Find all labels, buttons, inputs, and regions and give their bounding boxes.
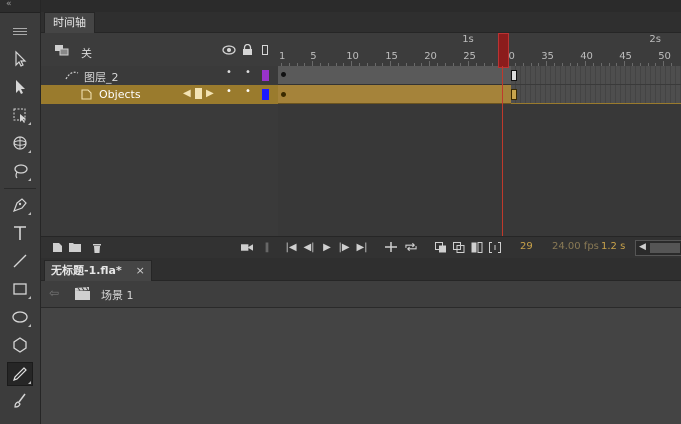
step-forward-icon[interactable]: |▶ — [338, 241, 350, 253]
ruler-second-label: 2s — [649, 34, 661, 45]
brush-tool-icon[interactable] — [8, 390, 32, 412]
text-tool-icon[interactable] — [8, 222, 32, 244]
lock-dot-icon[interactable]: • — [245, 67, 251, 78]
pencil-tool-icon[interactable] — [7, 362, 33, 386]
panel-drag-bar[interactable] — [41, 0, 681, 12]
layer-cell[interactable]: Objects ◀ ▶ • • — [41, 85, 278, 104]
ruler-frame-number: 35 — [541, 51, 554, 62]
layer-cell[interactable]: 图层_2 • • — [41, 66, 278, 85]
scene-clapper-icon — [75, 287, 90, 303]
layer-header: 关 — [41, 33, 278, 66]
tools-collapse-bar[interactable]: « — [0, 0, 40, 13]
next-keyframe-icon[interactable]: ▶ — [206, 88, 214, 99]
camera-icon[interactable] — [241, 241, 253, 253]
ruler-frame-number: 50 — [658, 51, 671, 62]
visibility-eye-icon[interactable] — [222, 45, 236, 58]
keyframe-dot[interactable] — [281, 92, 286, 97]
tools-panel: « — [0, 0, 41, 424]
loop-icon[interactable] — [405, 241, 417, 253]
delete-layer-icon[interactable] — [91, 241, 103, 253]
layer-name[interactable]: 图层_2 — [84, 69, 119, 85]
stage-area[interactable] — [41, 308, 681, 424]
selection-tool-icon[interactable] — [8, 48, 32, 70]
layer-color-swatch[interactable] — [262, 70, 269, 81]
mask-layer-icon — [65, 69, 81, 84]
lasso-tool-icon[interactable] — [8, 160, 32, 182]
tools-menu-icon[interactable] — [13, 28, 27, 37]
line-tool-icon[interactable] — [8, 250, 32, 272]
frames-empty-area — [278, 104, 681, 236]
go-to-first-frame-icon[interactable]: |◀ — [285, 241, 297, 253]
timeline-panel: 时间轴 关 151015202530354045501s2s 图层_2 • • — [41, 0, 681, 258]
outline-icon[interactable] — [262, 45, 269, 59]
edit-multiple-frames-icon[interactable] — [471, 241, 483, 253]
ruler-second-label: 1s — [462, 34, 474, 45]
rectangle-tool-icon[interactable] — [8, 278, 32, 300]
ruler-frame-number: 1 — [279, 51, 286, 62]
playhead-handle[interactable] — [498, 33, 510, 68]
end-frame-marker — [511, 89, 517, 100]
onion-skin-outlines-icon[interactable] — [453, 241, 465, 253]
current-frame-display[interactable]: 29 — [520, 241, 533, 252]
layer-frames[interactable] — [278, 85, 681, 104]
scrollbar-thumb[interactable] — [650, 243, 680, 253]
layer-header-label: 关 — [81, 47, 92, 60]
polystar-tool-icon[interactable] — [8, 334, 32, 356]
play-icon[interactable]: ▶ — [321, 241, 333, 253]
ruler-frame-number: 25 — [463, 51, 476, 62]
new-layer-icon[interactable] — [51, 241, 63, 253]
lock-icon[interactable] — [242, 43, 253, 59]
back-arrow-icon[interactable]: ⇦ — [49, 286, 59, 300]
go-to-last-frame-icon[interactable]: ▶| — [356, 241, 368, 253]
ruler-frame-number: 40 — [580, 51, 593, 62]
close-tab-icon[interactable]: × — [136, 264, 145, 277]
layer-icon — [81, 89, 92, 103]
onion-skin-icon[interactable] — [435, 241, 447, 253]
layer-color-swatch[interactable] — [262, 89, 269, 100]
oval-tool-icon[interactable] — [8, 306, 32, 328]
show-layer-parenting-icon[interactable] — [55, 45, 69, 59]
timeline-tabbar — [41, 12, 681, 33]
frame-ruler[interactable]: 151015202530354045501s2s — [278, 33, 681, 66]
layer-name[interactable]: Objects — [99, 88, 141, 101]
document-tab-label: 无标题-1.fla* — [51, 264, 122, 277]
separator-grip-icon: ‖ — [264, 241, 270, 253]
edit-bar: ⇦ 场景 1 — [41, 281, 681, 308]
layer-row[interactable]: 图层_2 • • — [41, 66, 681, 85]
timeline-controls-bar: ‖ |◀ ◀| ▶ |▶ ▶| 29 24.00 fps 1.2 s ◀ — [41, 236, 681, 258]
ruler-frame-number: 10 — [346, 51, 359, 62]
timeline-horizontal-scrollbar[interactable]: ◀ — [635, 240, 681, 256]
layer-frames[interactable] — [278, 66, 681, 85]
step-back-icon[interactable]: ◀| — [303, 241, 315, 253]
subselection-tool-icon[interactable] — [8, 76, 32, 98]
add-keyframe-icon[interactable] — [195, 88, 202, 99]
pen-tool-icon[interactable] — [8, 194, 32, 216]
visibility-dot-icon[interactable]: • — [226, 67, 232, 78]
elapsed-time-display[interactable]: 1.2 s — [601, 241, 625, 252]
fps-display[interactable]: 24.00 fps — [552, 241, 599, 252]
document-panel: 无标题-1.fla* × ⇦ 场景 1 — [41, 258, 681, 424]
timeline-tab[interactable]: 时间轴 — [44, 12, 95, 33]
scroll-left-arrow-icon[interactable]: ◀ — [639, 242, 646, 252]
keyframe-dot[interactable] — [281, 72, 286, 77]
scene-label[interactable]: 场景 1 — [101, 287, 134, 303]
end-frame-marker — [511, 70, 517, 81]
previous-keyframe-icon[interactable]: ◀ — [183, 88, 191, 99]
ruler-frame-number: 45 — [619, 51, 632, 62]
3d-rotation-tool-icon[interactable] — [8, 132, 32, 154]
visibility-dot-icon[interactable]: • — [226, 86, 232, 97]
modify-markers-icon[interactable] — [489, 241, 501, 253]
free-transform-tool-icon[interactable] — [8, 104, 32, 126]
document-tab[interactable]: 无标题-1.fla* × — [44, 260, 152, 281]
center-frame-icon[interactable] — [385, 241, 397, 253]
new-folder-icon[interactable] — [69, 241, 81, 253]
ruler-frame-number: 15 — [385, 51, 398, 62]
lock-dot-icon[interactable]: • — [245, 86, 251, 97]
playhead-line — [502, 66, 504, 236]
layer-row-selected[interactable]: Objects ◀ ▶ • • — [41, 85, 681, 104]
ruler-frame-number: 20 — [424, 51, 437, 62]
ruler-frame-number: 5 — [310, 51, 317, 62]
